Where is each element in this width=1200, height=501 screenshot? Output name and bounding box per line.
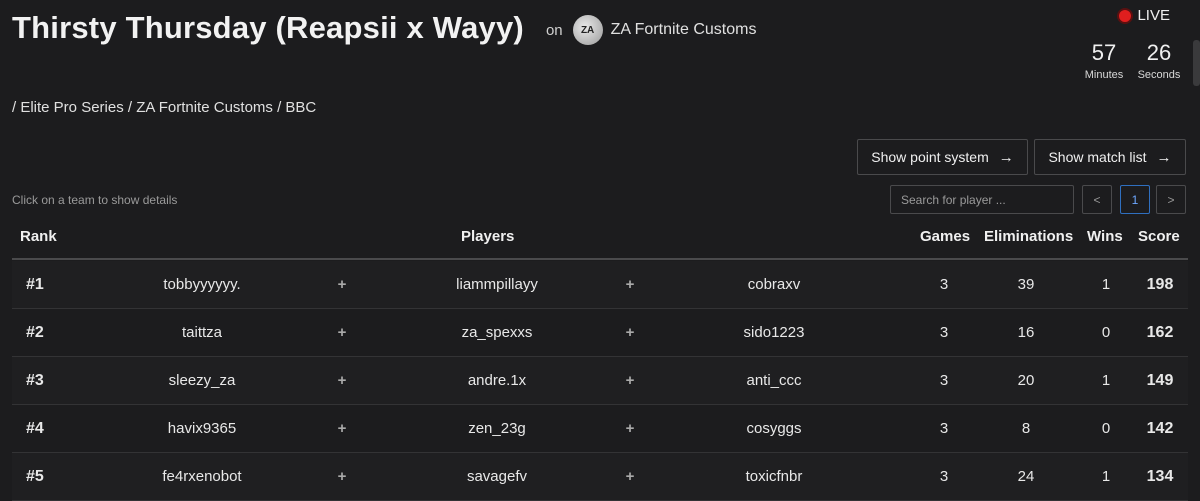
arrow-right-icon: → (998, 148, 1014, 166)
seconds-value: 26 (1146, 40, 1172, 65)
player-search-input[interactable] (890, 185, 1074, 214)
team-details-hint: Click on a team to show details (12, 193, 178, 207)
column-header-wins: Wins (1087, 228, 1123, 245)
team-score: 149 (1146, 371, 1174, 389)
breadcrumb[interactable]: / Elite Pro Series / ZA Fortnite Customs… (12, 99, 316, 116)
player-3-name: anti_ccc (746, 372, 802, 389)
minutes-value: 57 (1091, 40, 1117, 65)
player-2-name: zen_23g (468, 420, 526, 437)
player-2-name: andre.1x (467, 372, 527, 389)
player-2-name: za_spexxs (461, 324, 533, 341)
team-row[interactable]: #4 havix9365 + zen_23g + cosyggs 3 8 0 142 (12, 405, 1188, 453)
plus-icon: + (625, 276, 635, 293)
player-1-name: havix9365 (167, 420, 237, 437)
team-score: 162 (1146, 323, 1174, 341)
player-2-name: liammpillayy (456, 276, 538, 293)
column-header-score: Score (1138, 228, 1180, 245)
pagination-next-button[interactable]: > (1156, 185, 1186, 214)
eliminations-count: 24 (1017, 468, 1035, 485)
pagination-prev-button[interactable]: < (1082, 185, 1112, 214)
team-row[interactable]: #2 taittza + za_spexxs + sido1223 3 16 0 162 (12, 309, 1188, 357)
chevron-left-icon: < (1093, 192, 1101, 207)
header-divider (12, 258, 1188, 260)
eliminations-count: 39 (1017, 276, 1035, 293)
team-row[interactable]: #5 fe4rxenobot + savagefv + toxicfnbr 3 24 1 134 (12, 453, 1188, 501)
plus-icon: + (337, 276, 347, 293)
team-rank: #2 (26, 323, 44, 341)
player-2-name: savagefv (466, 468, 528, 485)
arrow-right-icon: → (1156, 148, 1172, 166)
team-rank: #4 (26, 419, 44, 437)
games-count: 3 (939, 420, 949, 437)
timer-minutes: 57 Minutes (1082, 40, 1126, 81)
show-match-list-label: Show match list (1048, 149, 1147, 165)
live-label: LIVE (1137, 7, 1170, 24)
plus-icon: + (337, 468, 347, 485)
show-point-system-label: Show point system (871, 149, 989, 165)
player-3-name: cobraxv (747, 276, 801, 293)
column-header-eliminations: Eliminations (984, 228, 1074, 245)
player-3-name: toxicfnbr (745, 468, 803, 485)
team-rank: #5 (26, 467, 44, 485)
team-rank: #1 (26, 275, 44, 293)
timer-seconds: 26 Seconds (1134, 40, 1184, 81)
wins-count: 0 (1101, 420, 1111, 437)
eliminations-count: 20 (1017, 372, 1035, 389)
seconds-label: Seconds (1137, 69, 1181, 81)
plus-icon: + (625, 372, 635, 389)
live-dot-icon (1117, 7, 1134, 24)
plus-icon: + (337, 372, 347, 389)
team-rank: #3 (26, 371, 44, 389)
team-score: 142 (1146, 419, 1174, 437)
minutes-label: Minutes (1084, 69, 1124, 81)
eliminations-count: 16 (1017, 324, 1035, 341)
plus-icon: + (625, 468, 635, 485)
plus-icon: + (625, 420, 635, 437)
player-1-name: sleezy_za (168, 372, 236, 389)
show-match-list-button[interactable]: Show match list → (1034, 139, 1186, 175)
org-name-link[interactable]: ZA Fortnite Customs (611, 21, 757, 39)
show-point-system-button[interactable]: Show point system → (857, 139, 1028, 175)
wins-count: 1 (1101, 468, 1111, 485)
games-count: 3 (939, 276, 949, 293)
team-row[interactable]: #1 tobbyyyyyy. + liammpillayy + cobraxv 3 39 1 19… (12, 261, 1188, 309)
wins-count: 1 (1101, 372, 1111, 389)
team-score: 134 (1146, 467, 1174, 485)
title-row: Thirsty Thursday (Reapsii x Wayy) on ZA … (12, 10, 756, 46)
chevron-right-icon: > (1167, 192, 1175, 207)
player-1-name: fe4rxenobot (162, 468, 242, 485)
team-row[interactable]: #3 sleezy_za + andre.1x + anti_ccc 3 20 1 149 (12, 357, 1188, 405)
column-header-rank: Rank (20, 228, 57, 245)
games-count: 3 (939, 468, 949, 485)
on-label: on (545, 21, 563, 39)
eliminations-count: 8 (1021, 420, 1031, 437)
page-title: Thirsty Thursday (Reapsii x Wayy) (12, 10, 524, 45)
team-score: 198 (1146, 275, 1174, 293)
wins-count: 1 (1101, 276, 1111, 293)
player-3-name: cosyggs (746, 420, 802, 437)
org-logo[interactable]: ZA (572, 15, 603, 45)
plus-icon: + (625, 324, 635, 341)
wins-count: 0 (1101, 324, 1111, 341)
column-header-games: Games (920, 228, 971, 245)
player-3-name: sido1223 (743, 324, 805, 341)
plus-icon: + (337, 324, 347, 341)
plus-icon: + (337, 420, 347, 437)
column-header-players: Players (461, 228, 515, 245)
player-1-name: tobbyyyyyy. (163, 276, 241, 293)
games-count: 3 (939, 324, 949, 341)
games-count: 3 (939, 372, 949, 389)
scrollbar[interactable] (1193, 40, 1200, 86)
pagination-page-1[interactable]: 1 (1120, 185, 1150, 214)
live-indicator: LIVE (1117, 7, 1170, 24)
player-1-name: taittza (181, 324, 223, 341)
